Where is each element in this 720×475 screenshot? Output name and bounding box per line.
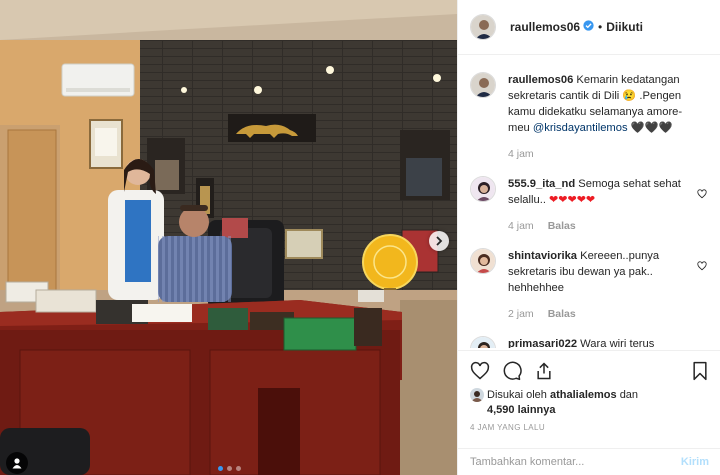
post-photo[interactable] <box>0 0 457 475</box>
like-comment-heart-icon[interactable] <box>697 186 707 204</box>
comment-time[interactable]: 4 jam <box>508 146 534 162</box>
avatar[interactable] <box>470 176 496 202</box>
likes-others-label[interactable]: lainnya <box>518 404 556 416</box>
comment-time[interactable]: 2 jam <box>508 306 534 322</box>
post-comment-button[interactable]: Kirim <box>681 456 709 468</box>
reply-button[interactable]: Balas <box>548 218 576 234</box>
caption-text-end: 🖤🖤🖤 <box>627 122 673 134</box>
add-comment-bar: Kirim <box>458 448 720 475</box>
share-icon[interactable] <box>534 361 554 381</box>
carousel-dot <box>227 466 232 471</box>
comment-item: primasari022 Wara wiri terus <box>470 336 709 348</box>
avatar[interactable] <box>470 248 496 274</box>
likes-summary[interactable]: Disukai oleh athalialemos dan 4,590 lain… <box>470 388 710 418</box>
carousel-indicator <box>218 466 241 471</box>
action-bar <box>458 350 720 390</box>
comment-bubble-icon[interactable] <box>502 361 522 381</box>
likes-count[interactable]: 4,590 <box>487 404 515 416</box>
like-heart-icon[interactable] <box>470 361 490 381</box>
comment-item: 555.9_ita_nd Semoga sehat sehat selallu.… <box>470 176 709 234</box>
comments-list[interactable]: raullemos06 Kemarin kedatangan sekretari… <box>458 58 720 348</box>
office-scene <box>0 0 457 475</box>
comment-username[interactable]: raullemos06 <box>508 74 573 86</box>
profile-photo-icon <box>471 249 495 273</box>
likes-and: dan <box>619 389 639 401</box>
comment-input[interactable] <box>470 456 675 468</box>
chevron-right-icon <box>436 236 443 246</box>
comment-item: shintaviorika Kereeen..punya sekretaris … <box>470 248 709 322</box>
post-timestamp[interactable]: 4 JAM YANG LALU <box>470 423 545 432</box>
separator-dot: • <box>598 20 603 34</box>
carousel-dot <box>236 466 241 471</box>
comment-username[interactable]: primasari022 <box>508 338 577 348</box>
likes-prefix: Disukai oleh <box>487 389 547 401</box>
profile-photo-icon <box>471 337 495 348</box>
next-photo-button[interactable] <box>429 231 449 251</box>
avatar[interactable] <box>470 14 496 40</box>
profile-photo-icon <box>471 15 495 39</box>
avatar[interactable] <box>470 72 496 98</box>
liker-username[interactable]: athalialemos <box>550 389 617 401</box>
comment-text: Wara wiri terus <box>580 338 655 348</box>
post-side-panel: raullemos06 • Diikuti raullemos06 Kemari… <box>457 0 720 475</box>
caption: raullemos06 Kemarin kedatangan sekretari… <box>470 72 709 162</box>
profile-photo-icon <box>471 177 495 201</box>
comment-username[interactable]: shintaviorika <box>508 250 577 262</box>
bookmark-icon[interactable] <box>691 361 709 381</box>
liker-avatar <box>470 388 484 402</box>
verified-badge-icon <box>583 18 594 36</box>
comment-username[interactable]: 555.9_ita_nd <box>508 178 575 190</box>
avatar[interactable] <box>470 336 496 348</box>
like-comment-heart-icon[interactable] <box>697 346 707 348</box>
like-comment-heart-icon[interactable] <box>697 258 707 276</box>
author-username[interactable]: raullemos06 <box>510 20 580 34</box>
comment-time[interactable]: 4 jam <box>508 218 534 234</box>
mention-link[interactable]: @krisdayantilemos <box>533 122 628 134</box>
tagged-users-button[interactable] <box>6 452 28 474</box>
user-icon <box>12 458 22 469</box>
following-button[interactable]: Diikuti <box>606 20 643 34</box>
heart-emojis: ❤❤❤❤❤ <box>549 194 596 206</box>
post-header: raullemos06 • Diikuti <box>458 0 720 55</box>
profile-photo-icon <box>471 73 495 97</box>
reply-button[interactable]: Balas <box>548 306 576 322</box>
profile-photo-icon <box>470 388 484 402</box>
carousel-dot <box>218 466 223 471</box>
